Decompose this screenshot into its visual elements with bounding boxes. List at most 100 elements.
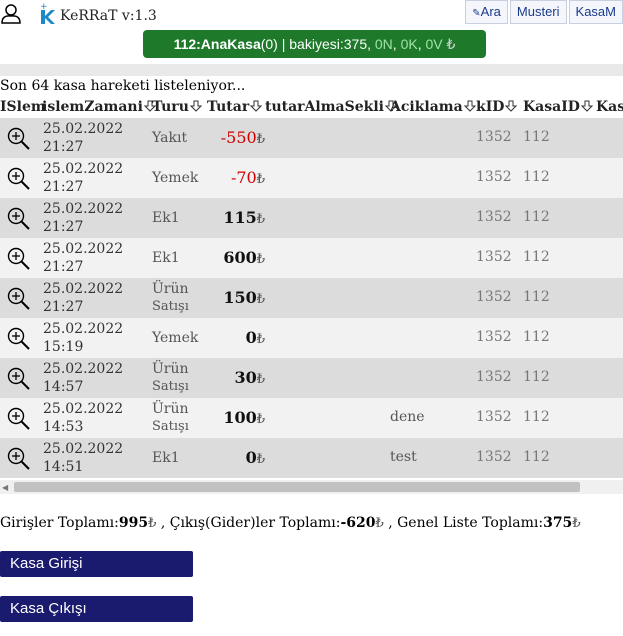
row-amount: 0₺ [245, 448, 265, 467]
row-kid: 1352 [476, 129, 512, 145]
row-kid: 1352 [476, 329, 512, 345]
row-datetime: 25.02.2022 14:51 [43, 441, 124, 475]
col-header-kas[interactable]: Kas [596, 96, 623, 118]
row-amount: 600₺ [223, 248, 265, 267]
kerrat-logo-icon: + [40, 2, 55, 24]
row-description: dene [390, 409, 425, 425]
table-row: 25.02.2022 21:27 Ürün Satışı 150₺ 1352 112 [0, 278, 623, 318]
top-bar: + KeRRaT v:1.3 ✎Ara Musteri KasaM [0, 0, 623, 26]
row-datetime: 25.02.2022 14:53 [43, 401, 124, 435]
zoom-in-icon[interactable] [6, 166, 32, 192]
currency-icon: ₺ [256, 412, 265, 427]
zoom-in-icon[interactable] [6, 246, 32, 272]
sort-icon[interactable] [580, 100, 593, 112]
row-datetime: 25.02.2022 21:27 [43, 201, 124, 235]
scroll-left-icon[interactable]: ◀ [2, 483, 8, 492]
currency-icon: ₺ [256, 172, 265, 187]
kasa-v-value: 0V [425, 36, 443, 52]
row-description: test [390, 449, 417, 465]
col-header-aciklama[interactable]: Aciklama [390, 96, 476, 118]
sort-icon[interactable] [250, 100, 263, 112]
row-amount: 100₺ [223, 408, 265, 427]
zoom-in-icon[interactable] [6, 286, 32, 312]
kasa-balance: | bakiyesi:375, [277, 36, 375, 52]
total-general-value: 375 [543, 515, 573, 531]
kasa-status-banner[interactable]: 112:AnaKasa(0) | bakiyesi:375, 0N, 0K, 0… [143, 30, 486, 58]
kasa-transactions-table: ISlem islemZamani Turu Tutar tutarAlmaSe… [0, 96, 623, 496]
sort-icon[interactable] [189, 100, 202, 112]
row-datetime: 25.02.2022 15:19 [43, 321, 124, 355]
col-header-turu[interactable]: Turu [152, 96, 202, 118]
row-datetime: 25.02.2022 21:27 [43, 161, 124, 195]
sort-icon[interactable] [463, 100, 476, 112]
currency-icon: ₺ [446, 36, 456, 52]
row-kid: 1352 [476, 449, 512, 465]
col-header-tutar[interactable]: Tutar [207, 96, 263, 118]
horizontal-scrollbar[interactable]: ◀ [0, 480, 623, 494]
kasa-k-value: 0K [400, 36, 418, 52]
col-header-islemzamani[interactable]: islemZamani [42, 96, 156, 118]
row-kasaid: 112 [523, 289, 550, 305]
search-nav-button[interactable]: ✎Ara [465, 0, 508, 24]
top-nav: ✎Ara Musteri KasaM [463, 0, 623, 24]
row-amount: -70₺ [230, 168, 265, 187]
table-row: 25.02.2022 14:57 Ürün Satışı 30₺ 1352 112 [0, 358, 623, 398]
row-kasaid: 112 [523, 449, 550, 465]
table-row: 25.02.2022 21:27 Ek1 115₺ 1352 112 [0, 198, 623, 238]
row-datetime: 25.02.2022 21:27 [43, 121, 124, 155]
kasa-nav-button[interactable]: KasaM [568, 0, 623, 24]
row-kid: 1352 [476, 209, 512, 225]
zoom-in-icon[interactable] [6, 206, 32, 232]
scroll-thumb[interactable] [14, 482, 580, 492]
row-kasaid: 112 [523, 169, 550, 185]
currency-icon: ₺ [256, 292, 265, 307]
zoom-in-icon[interactable] [6, 366, 32, 392]
col-header-kid[interactable]: kID [476, 96, 518, 118]
table-row: 25.02.2022 14:51 Ek1 0₺ test 1352 112 [0, 438, 623, 478]
row-kid: 1352 [476, 289, 512, 305]
kasa-name: 112:AnaKasa [173, 36, 261, 52]
row-datetime: 25.02.2022 14:57 [43, 361, 124, 395]
table-row: 25.02.2022 21:27 Yakıt -550₺ 1352 112 [0, 118, 623, 158]
user-icon[interactable] [0, 2, 22, 24]
sort-icon[interactable] [505, 100, 518, 112]
currency-icon: ₺ [256, 372, 265, 387]
row-datetime: 25.02.2022 21:27 [43, 281, 124, 315]
row-type: Yakıt [152, 130, 188, 146]
table-row: 25.02.2022 15:19 Yemek 0₺ 1352 112 [0, 318, 623, 358]
zoom-in-icon[interactable] [6, 406, 32, 432]
row-type: Ürün Satışı [152, 281, 189, 314]
row-kid: 1352 [476, 249, 512, 265]
col-header-kasaid[interactable]: KasaID [523, 96, 593, 118]
row-kasaid: 112 [523, 249, 550, 265]
row-datetime: 25.02.2022 21:27 [43, 241, 124, 275]
row-kid: 1352 [476, 369, 512, 385]
row-type: Ek1 [152, 250, 180, 266]
col-header-islem[interactable]: ISlem [0, 96, 46, 118]
totals-summary: Girişler Toplamı:995₺ , Çıkış(Gider)ler … [0, 515, 581, 531]
zoom-in-icon[interactable] [6, 126, 32, 152]
row-type: Ek1 [152, 210, 180, 226]
kasa-count: (0) [260, 36, 278, 52]
kasa-out-button[interactable]: Kasa Çıkışı [0, 596, 193, 622]
row-kasaid: 112 [523, 409, 550, 425]
row-kid: 1352 [476, 409, 512, 425]
row-amount: 0₺ [245, 328, 265, 347]
kasa-n-value: 0N [374, 36, 393, 52]
customer-nav-button[interactable]: Musteri [509, 0, 567, 24]
total-in-value: 995 [118, 515, 149, 531]
currency-icon: ₺ [256, 252, 265, 267]
zoom-in-icon[interactable] [6, 446, 32, 472]
table-row: 25.02.2022 14:53 Ürün Satışı 100₺ dene 1352 112 [0, 398, 623, 438]
col-header-tutaralmasekli[interactable]: tutarAlmaSekli [265, 96, 397, 118]
row-type: Ek1 [152, 450, 180, 466]
row-type: Ürün Satışı [152, 401, 189, 434]
zoom-in-icon[interactable] [6, 326, 32, 352]
search-icon: ✎ [472, 8, 481, 19]
separator-strip [0, 64, 623, 76]
kasa-in-button[interactable]: Kasa Girişi [0, 551, 193, 577]
row-kasaid: 112 [523, 329, 550, 345]
row-kasaid: 112 [523, 369, 550, 385]
app-title: KeRRaT v:1.3 [60, 8, 157, 24]
row-type: Yemek [152, 330, 199, 346]
